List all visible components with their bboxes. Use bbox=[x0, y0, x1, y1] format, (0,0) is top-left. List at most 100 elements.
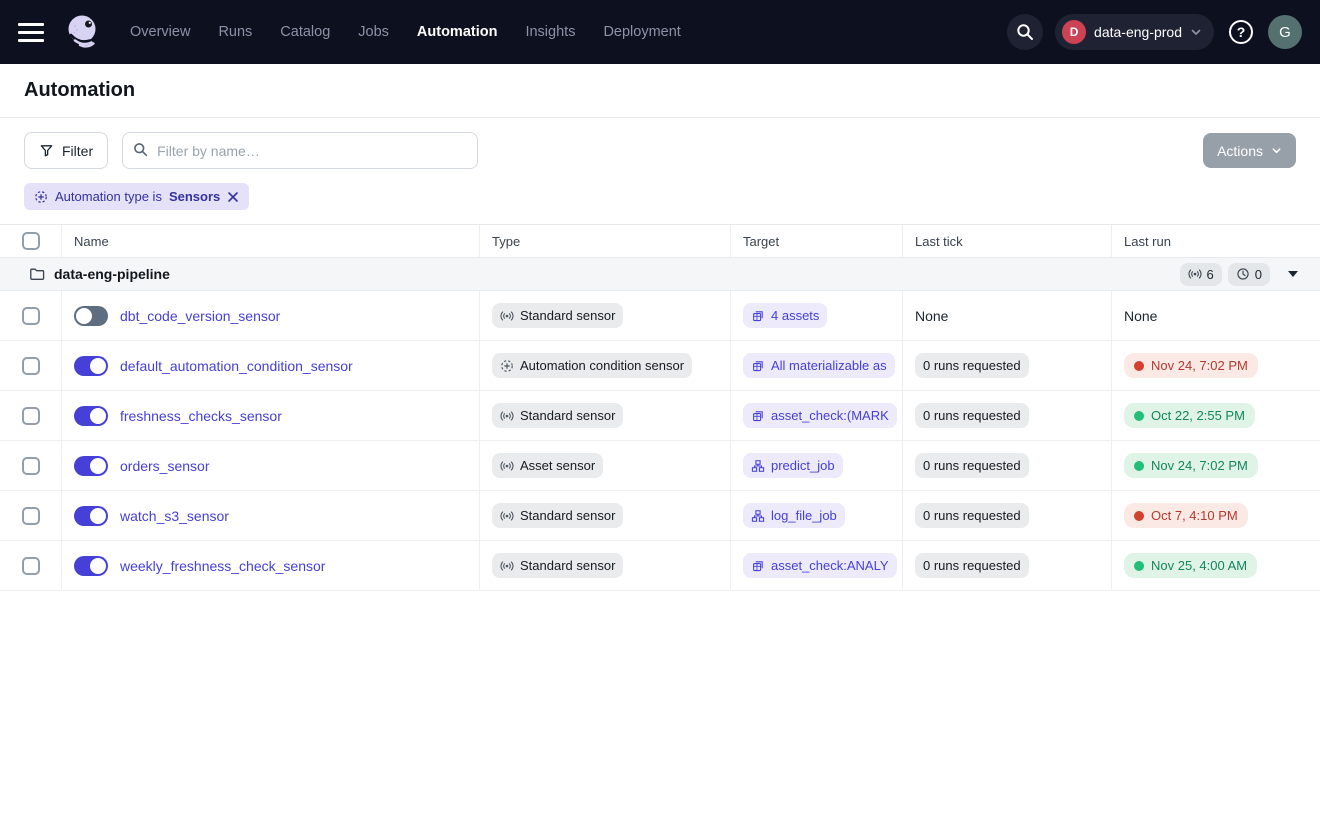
automation-icon bbox=[500, 359, 514, 373]
last-tick-badge: 0 runs requested bbox=[915, 453, 1029, 478]
column-header-type: Type bbox=[480, 225, 731, 257]
last-tick-badge: 0 runs requested bbox=[915, 403, 1029, 428]
target-link[interactable]: asset_check:(MARK bbox=[743, 403, 897, 428]
code-location-group-row[interactable]: data-eng-pipeline 6 0 bbox=[0, 258, 1320, 291]
target-label: predict_job bbox=[771, 458, 835, 473]
filter-by-name-input[interactable] bbox=[122, 132, 478, 169]
last-tick-label: 0 runs requested bbox=[923, 458, 1021, 473]
search-button[interactable] bbox=[1007, 14, 1043, 50]
run-status-dot-icon bbox=[1134, 561, 1144, 571]
row-checkbox[interactable] bbox=[22, 407, 40, 425]
sensor-name-link[interactable]: orders_sensor bbox=[120, 458, 210, 474]
actions-button[interactable]: Actions bbox=[1203, 133, 1296, 168]
sensor-type-label: Standard sensor bbox=[520, 308, 615, 323]
row-checkbox[interactable] bbox=[22, 507, 40, 525]
filter-chip-automation-type[interactable]: Automation type is Sensors bbox=[24, 183, 249, 210]
toolbar: Filter Actions bbox=[0, 118, 1320, 181]
job-icon bbox=[751, 509, 765, 523]
chevron-down-icon bbox=[1190, 26, 1202, 38]
sensor-type-badge: Standard sensor bbox=[492, 553, 623, 578]
row-checkbox[interactable] bbox=[22, 357, 40, 375]
collapse-caret-icon[interactable] bbox=[1288, 271, 1298, 277]
sensor-name-link[interactable]: dbt_code_version_sensor bbox=[120, 308, 280, 324]
job-icon bbox=[751, 459, 765, 473]
sensor-enabled-toggle[interactable] bbox=[74, 456, 108, 476]
last-run-label: Nov 24, 7:02 PM bbox=[1151, 358, 1248, 373]
last-tick-none: None bbox=[915, 308, 948, 324]
sensor-type-label: Asset sensor bbox=[520, 458, 595, 473]
column-header-last-tick: Last tick bbox=[903, 225, 1112, 257]
filter-chip-value: Sensors bbox=[169, 189, 220, 204]
last-run-status-pill[interactable]: Nov 25, 4:00 AM bbox=[1124, 553, 1257, 578]
deployment-avatar: D bbox=[1062, 20, 1086, 44]
nav-item-insights[interactable]: Insights bbox=[525, 24, 575, 40]
last-run-status-pill[interactable]: Nov 24, 7:02 PM bbox=[1124, 453, 1258, 478]
run-status-dot-icon bbox=[1134, 361, 1144, 371]
target-link[interactable]: predict_job bbox=[743, 453, 843, 478]
select-all-checkbox[interactable] bbox=[22, 232, 40, 250]
page-title: Automation bbox=[24, 79, 135, 102]
row-checkbox[interactable] bbox=[22, 307, 40, 325]
active-filters-row: Automation type is Sensors bbox=[0, 181, 1320, 225]
help-button[interactable]: ? bbox=[1226, 17, 1256, 47]
sensor-name-link[interactable]: default_automation_condition_sensor bbox=[120, 358, 353, 374]
target-link[interactable]: log_file_job bbox=[743, 503, 845, 528]
nav-item-automation[interactable]: Automation bbox=[417, 24, 498, 40]
table-body: dbt_code_version_sensor Standard sensor 4 … bbox=[0, 291, 1320, 591]
sensor-enabled-toggle[interactable] bbox=[74, 306, 108, 326]
user-avatar[interactable]: G bbox=[1268, 15, 1302, 49]
sensor-type-badge: Standard sensor bbox=[492, 303, 623, 328]
nav-item-catalog[interactable]: Catalog bbox=[280, 24, 330, 40]
nav-item-jobs[interactable]: Jobs bbox=[358, 24, 389, 40]
last-run-label: Oct 22, 2:55 PM bbox=[1151, 408, 1245, 423]
automation-table: Name Type Target Last tick Last run data… bbox=[0, 225, 1320, 591]
nav-item-deployment[interactable]: Deployment bbox=[603, 24, 680, 40]
hamburger-menu-icon[interactable] bbox=[18, 23, 44, 42]
schedule-count: 0 bbox=[1255, 267, 1262, 282]
target-label: asset_check:(MARK bbox=[771, 408, 889, 423]
actions-button-label: Actions bbox=[1217, 143, 1263, 159]
filter-button[interactable]: Filter bbox=[24, 132, 108, 169]
sensor-enabled-toggle[interactable] bbox=[74, 506, 108, 526]
last-tick-badge: 0 runs requested bbox=[915, 553, 1029, 578]
sensor-name-link[interactable]: weekly_freshness_check_sensor bbox=[120, 558, 325, 574]
sensor-icon bbox=[500, 459, 514, 473]
sensor-icon bbox=[500, 309, 514, 323]
column-header-name: Name bbox=[62, 225, 480, 257]
sensor-enabled-toggle[interactable] bbox=[74, 556, 108, 576]
funnel-icon bbox=[39, 143, 54, 158]
nav-item-overview[interactable]: Overview bbox=[130, 24, 190, 40]
table-header-row: Name Type Target Last tick Last run bbox=[0, 225, 1320, 258]
sensor-type-label: Standard sensor bbox=[520, 558, 615, 573]
table-row: orders_sensor Asset sensor predict_job 0 ru… bbox=[0, 441, 1320, 491]
last-run-status-pill[interactable]: Oct 7, 4:10 PM bbox=[1124, 503, 1248, 528]
row-checkbox[interactable] bbox=[22, 557, 40, 575]
last-run-none: None bbox=[1124, 308, 1157, 324]
deployment-switcher[interactable]: D data-eng-prod bbox=[1055, 14, 1214, 50]
sensor-type-badge: Automation condition sensor bbox=[492, 353, 692, 378]
last-tick-badge: 0 runs requested bbox=[915, 503, 1029, 528]
last-run-status-pill[interactable]: Oct 22, 2:55 PM bbox=[1124, 403, 1255, 428]
run-status-dot-icon bbox=[1134, 511, 1144, 521]
target-link[interactable]: asset_check:ANALY bbox=[743, 553, 897, 578]
column-header-target: Target bbox=[731, 225, 903, 257]
close-icon[interactable] bbox=[227, 191, 239, 203]
run-status-dot-icon bbox=[1134, 461, 1144, 471]
column-header-last-run: Last run bbox=[1112, 225, 1320, 257]
row-checkbox[interactable] bbox=[22, 457, 40, 475]
sensor-enabled-toggle[interactable] bbox=[74, 356, 108, 376]
sensor-icon bbox=[500, 559, 514, 573]
clock-icon bbox=[1236, 267, 1250, 281]
last-run-status-pill[interactable]: Nov 24, 7:02 PM bbox=[1124, 353, 1258, 378]
target-link[interactable]: All materializable as bbox=[743, 353, 895, 378]
sensor-enabled-toggle[interactable] bbox=[74, 406, 108, 426]
sensor-type-label: Automation condition sensor bbox=[520, 358, 684, 373]
sensor-name-link[interactable]: freshness_checks_sensor bbox=[120, 408, 282, 424]
chevron-down-icon bbox=[1271, 145, 1282, 156]
dagster-logo-icon[interactable] bbox=[62, 11, 104, 53]
table-row: freshness_checks_sensorStandard sensoras… bbox=[0, 391, 1320, 441]
sensor-name-link[interactable]: watch_s3_sensor bbox=[120, 508, 229, 524]
nav-item-runs[interactable]: Runs bbox=[218, 24, 252, 40]
target-link[interactable]: 4 assets bbox=[743, 303, 827, 328]
sensor-type-badge: Asset sensor bbox=[492, 453, 603, 478]
